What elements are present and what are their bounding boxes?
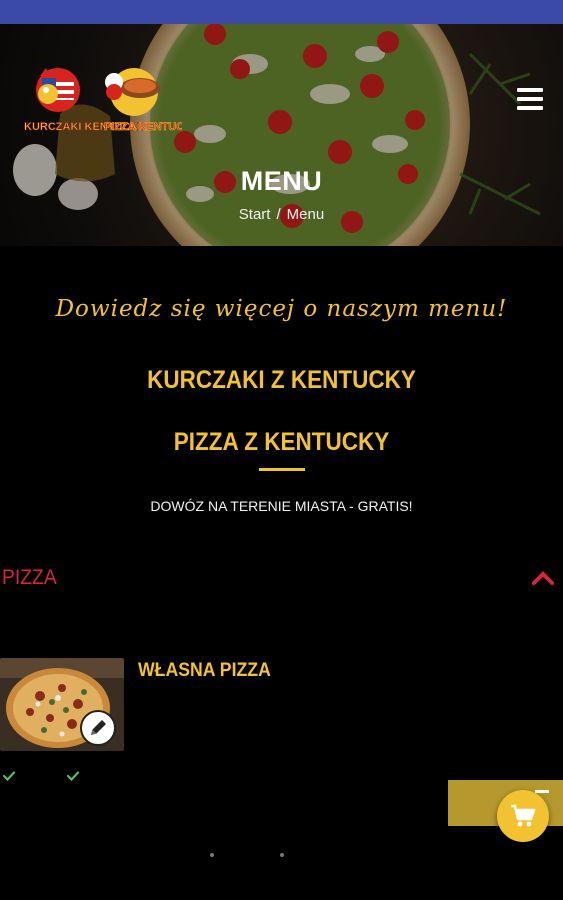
delivery-note: DOWÓZ NA TERENIE MIASTA - GRATIS! xyxy=(150,498,413,514)
brand-heading-pizza: PIZZA Z KENTUCKY xyxy=(173,428,390,456)
edit-badge[interactable] xyxy=(80,710,116,746)
check-icon xyxy=(2,771,16,782)
breadcrumb-start-link[interactable]: Start xyxy=(239,206,271,223)
pencil-icon xyxy=(91,720,106,735)
chevron-up-icon[interactable] xyxy=(531,568,555,586)
section-divider xyxy=(259,468,305,471)
product-card[interactable]: WŁASNA PIZZA xyxy=(0,658,563,758)
product-image[interactable] xyxy=(0,658,124,751)
hamburger-menu-icon[interactable] xyxy=(517,88,543,110)
cart-button[interactable] xyxy=(497,790,549,842)
logo-right-text: PIZZA KENTUCKY xyxy=(104,121,182,133)
pager-dot xyxy=(210,853,214,857)
product-name: WŁASNA PIZZA xyxy=(138,660,271,681)
shopping-cart-icon xyxy=(511,804,536,827)
brand-heading-chicken: KURCZAKI Z KENTUCKY xyxy=(147,366,416,394)
brand-logo[interactable]: KURCZAKI KENTUCKY PIZZA KENTUCKY xyxy=(22,64,182,136)
menu-tagline: Dowiedz się więcej o naszym menu! xyxy=(55,296,508,322)
page-hero: KURCZAKI KENTUCKY PIZZA KENTUCKY MENU St… xyxy=(0,24,563,246)
side-tab-marker xyxy=(535,790,549,793)
page-title: MENU xyxy=(240,166,323,196)
breadcrumb-current: Menu xyxy=(286,206,325,223)
breadcrumb: Start / Menu xyxy=(0,206,563,223)
pager-dot xyxy=(280,853,284,857)
category-label: PIZZA xyxy=(2,566,57,589)
check-icon xyxy=(66,771,80,782)
category-header-pizza[interactable]: PIZZA xyxy=(0,562,563,596)
breadcrumb-separator: / xyxy=(276,206,281,223)
system-status-bar xyxy=(0,0,563,24)
